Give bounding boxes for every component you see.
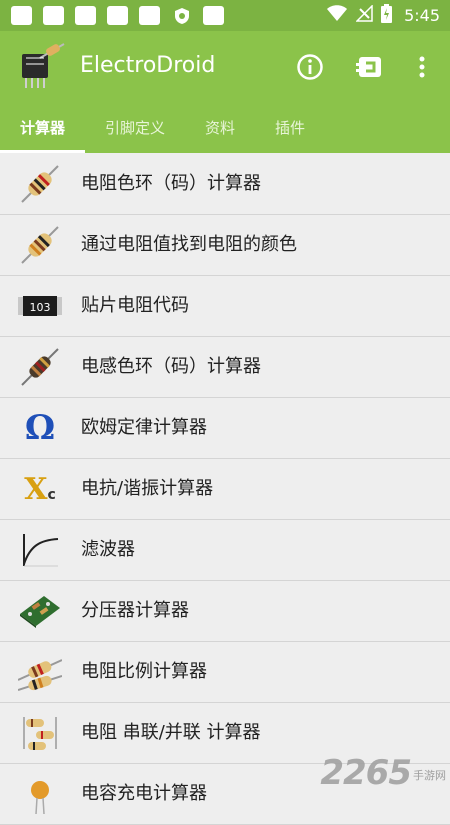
info-icon[interactable]: [294, 51, 326, 83]
resistor-network-icon: [18, 711, 62, 755]
calculator-list: 电阻色环（码）计算器 通过电阻值找到电阻的颜色 103 贴片电阻代码 电感色环（…: [0, 154, 450, 825]
filter-curve-icon: [18, 528, 62, 572]
tab-resources[interactable]: 资料: [185, 105, 255, 153]
app-logo-icon: [18, 42, 68, 92]
list-item-label: 分压器计算器: [81, 600, 189, 621]
notification-icon: [139, 6, 160, 25]
omega-icon: Ω: [24, 408, 56, 448]
circuit-board-icon: [18, 589, 62, 633]
list-item-label: 贴片电阻代码: [81, 295, 189, 316]
inductor-icon: [18, 345, 62, 389]
tab-calculators[interactable]: 计算器: [0, 105, 85, 153]
wifi-icon: [326, 5, 348, 26]
list-item-label: 电阻色环（码）计算器: [81, 173, 261, 194]
resistor-ratio-icon: [18, 650, 62, 694]
list-item-filter[interactable]: 滤波器: [0, 520, 450, 581]
list-item-reactance[interactable]: Xc 电抗/谐振计算器: [0, 459, 450, 520]
tab-indicator: [0, 150, 85, 153]
list-item-label: 电感色环（码）计算器: [81, 356, 261, 377]
list-item-label: 电容充电计算器: [81, 783, 207, 804]
app-title: ElectroDroid: [80, 53, 216, 78]
status-bar: 5:45: [0, 0, 450, 31]
smd-code-text: 103: [30, 301, 51, 314]
signal-icon: [355, 4, 373, 26]
list-item-label: 通过电阻值找到电阻的颜色: [81, 234, 297, 255]
more-options-icon[interactable]: [406, 51, 438, 83]
app-bar: ElectroDroid: [0, 31, 450, 105]
resistor-icon: [18, 223, 62, 267]
reactance-icon: Xc: [24, 471, 56, 507]
tab-pinouts[interactable]: 引脚定义: [95, 105, 175, 153]
list-item-smd-resistor[interactable]: 103 贴片电阻代码: [0, 276, 450, 337]
list-item-label: 滤波器: [81, 539, 135, 560]
list-item-resistor-from-value[interactable]: 通过电阻值找到电阻的颜色: [0, 215, 450, 276]
notification-icon: [11, 6, 32, 25]
smd-resistor-icon: 103: [18, 284, 62, 328]
list-item-resistor-color-code[interactable]: 电阻色环（码）计算器: [0, 154, 450, 215]
list-item-label: 电抗/谐振计算器: [81, 478, 214, 499]
tab-plugins[interactable]: 插件: [255, 105, 325, 153]
notification-icon: [107, 6, 128, 25]
shield-icon: [171, 6, 192, 25]
battery-icon: [381, 4, 393, 27]
list-item-inductor-color-code[interactable]: 电感色环（码）计算器: [0, 337, 450, 398]
notification-icon: [43, 6, 64, 25]
clock: 5:45: [404, 6, 440, 25]
notification-icon: [203, 6, 224, 25]
tab-bar: 计算器 引脚定义 资料 插件: [0, 105, 450, 153]
list-item-label: 欧姆定律计算器: [81, 417, 207, 438]
capacitor-icon: [18, 772, 62, 816]
list-item-voltage-divider[interactable]: 分压器计算器: [0, 581, 450, 642]
notification-icon: [75, 6, 96, 25]
watermark-text: 手游网: [413, 769, 446, 782]
resistor-icon: [18, 162, 62, 206]
plugin-icon[interactable]: [354, 51, 386, 83]
list-item-label: 电阻比例计算器: [81, 661, 207, 682]
list-item-label: 电阻 串联/并联 计算器: [81, 722, 261, 743]
list-item-resistor-ratio[interactable]: 电阻比例计算器: [0, 642, 450, 703]
watermark: 2265 手游网: [320, 753, 446, 793]
watermark-number: 2265: [320, 753, 412, 793]
list-item-ohms-law[interactable]: Ω 欧姆定律计算器: [0, 398, 450, 459]
